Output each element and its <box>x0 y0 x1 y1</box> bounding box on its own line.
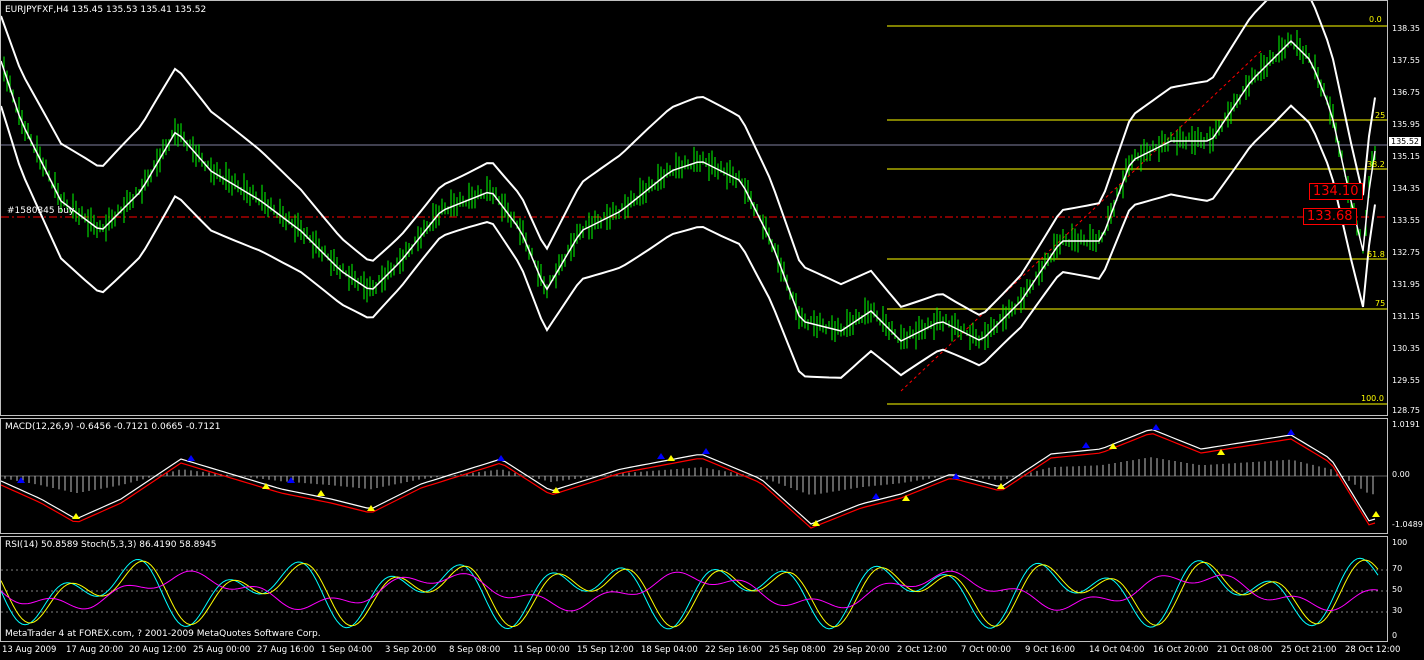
macd-signal-arrow <box>497 455 505 461</box>
fib-label-100: 100.0 <box>1361 394 1384 403</box>
date-label: 11 Sep 00:00 <box>513 645 570 655</box>
macd-signal-arrow <box>667 455 675 461</box>
macd-signal-arrow <box>872 493 880 499</box>
bollinger-middle <box>1 39 1376 342</box>
date-label: 3 Sep 20:00 <box>385 645 437 655</box>
rsi-axis: 100 70 50 30 0 <box>1388 536 1424 642</box>
fib-label-75: 75 <box>1375 299 1386 308</box>
rsi-tick: 50 <box>1392 585 1403 594</box>
macd-signal-line <box>1 433 1376 529</box>
date-label: 13 Aug 2009 <box>2 645 57 655</box>
stochastic-main-line <box>1 557 1379 630</box>
date-label: 25 Sep 08:00 <box>769 645 826 655</box>
price-tick: 130.35 <box>1392 344 1420 353</box>
price-axis: 138.35 137.55 136.75 135.95 135.52 135.1… <box>1388 0 1424 416</box>
macd-pane[interactable]: MACD(12,26,9) -0.6456 -0.7121 0.0665 -0.… <box>0 418 1388 534</box>
date-label: 21 Oct 08:00 <box>1217 645 1273 655</box>
rsi-tick: 100 <box>1392 538 1408 547</box>
macd-signal-arrow <box>1109 443 1117 449</box>
bollinger-lower <box>1 104 1376 379</box>
bollinger-upper <box>1 1 1376 316</box>
price-tick: 131.15 <box>1392 312 1420 321</box>
date-label: 18 Sep 04:00 <box>641 645 698 655</box>
fib-trend-line <box>900 50 1262 392</box>
price-box-lower: 133.68 <box>1303 208 1357 225</box>
fib-label-25: 25 <box>1375 111 1386 120</box>
macd-signal-arrow <box>317 490 325 496</box>
time-axis: 13 Aug 2009 17 Aug 20:00 20 Aug 12:00 25… <box>0 642 1400 660</box>
date-label: 16 Oct 20:00 <box>1153 645 1209 655</box>
macd-signal-arrow <box>1082 442 1090 448</box>
date-label: 25 Aug 00:00 <box>193 645 251 655</box>
price-tick: 131.95 <box>1392 280 1420 289</box>
date-label: 29 Sep 20:00 <box>833 645 890 655</box>
macd-signal-arrow <box>902 495 910 501</box>
rsi-stoch-canvas <box>1 557 1387 630</box>
date-label: 22 Sep 16:00 <box>705 645 762 655</box>
fib-label-61: 61.8 <box>1367 250 1385 259</box>
current-price-tag: 135.52 <box>1389 137 1421 146</box>
rsi-tick: 70 <box>1392 564 1403 573</box>
rsi-tick: 0 <box>1392 631 1398 640</box>
date-label: 9 Oct 16:00 <box>1025 645 1076 655</box>
macd-signal-arrow <box>1287 429 1295 435</box>
rsi-stoch-label: RSI(14) 50.8589 Stoch(5,3,3) 86.4190 58.… <box>5 540 217 550</box>
price-tick: 129.55 <box>1392 376 1420 385</box>
rsi-stoch-pane[interactable]: RSI(14) 50.8589 Stoch(5,3,3) 86.4190 58.… <box>0 536 1388 642</box>
macd-canvas <box>1 424 1387 529</box>
macd-signal-arrow <box>17 477 25 483</box>
date-label: 1 Sep 04:00 <box>321 645 373 655</box>
price-tick: 138.35 <box>1392 24 1420 33</box>
price-tick: 135.95 <box>1392 120 1420 129</box>
macd-signal-arrow <box>287 477 295 483</box>
date-label: 28 Oct 12:00 <box>1345 645 1401 655</box>
macd-tick: 0.00 <box>1392 470 1410 479</box>
date-label: 2 Oct 12:00 <box>897 645 948 655</box>
macd-signal-arrow <box>72 513 80 519</box>
fib-label-38: 38.2 <box>1367 160 1385 169</box>
order-label: #1580345 buy <box>7 206 75 216</box>
macd-signal-arrow <box>187 455 195 461</box>
fib-label-0: 0.0 <box>1369 15 1382 24</box>
macd-axis: 1.0191 0.00 -1.0489 <box>1388 418 1424 534</box>
price-tick: 136.75 <box>1392 88 1420 97</box>
date-label: 27 Aug 16:00 <box>257 645 315 655</box>
date-label: 7 Oct 00:00 <box>961 645 1012 655</box>
price-chart-pane[interactable]: EURJPYFXF,H4 135.45 135.53 135.41 135.52… <box>0 0 1388 416</box>
copyright-label: MetaTrader 4 at FOREX.com, ? 2001-2009 M… <box>5 629 321 639</box>
macd-label: MACD(12,26,9) -0.6456 -0.7121 0.0665 -0.… <box>5 422 221 432</box>
date-label: 25 Oct 21:00 <box>1281 645 1337 655</box>
rsi-tick: 30 <box>1392 606 1403 615</box>
date-label: 8 Sep 08:00 <box>449 645 501 655</box>
price-tick: 128.75 <box>1392 406 1420 415</box>
price-chart-canvas <box>1 1 1387 405</box>
macd-signal-arrow <box>1372 511 1380 517</box>
date-label: 17 Aug 20:00 <box>66 645 124 655</box>
macd-signal-arrow <box>1152 424 1160 430</box>
macd-tick: -1.0489 <box>1392 520 1423 529</box>
price-tick: 132.75 <box>1392 248 1420 257</box>
price-tick: 133.55 <box>1392 216 1420 225</box>
macd-signal-arrow <box>657 453 665 459</box>
price-tick: 137.55 <box>1392 56 1420 65</box>
macd-tick: 1.0191 <box>1392 420 1420 429</box>
price-tick: 134.35 <box>1392 184 1420 193</box>
price-box-upper: 134.10 <box>1309 183 1363 200</box>
macd-signal-arrow <box>702 448 710 454</box>
date-label: 14 Oct 04:00 <box>1089 645 1145 655</box>
date-label: 20 Aug 12:00 <box>129 645 187 655</box>
symbol-info-label: EURJPYFXF,H4 135.45 135.53 135.41 135.52 <box>5 5 207 15</box>
date-label: 15 Sep 12:00 <box>577 645 634 655</box>
macd-main-line <box>1 429 1376 525</box>
price-tick: 135.15 <box>1392 152 1420 161</box>
